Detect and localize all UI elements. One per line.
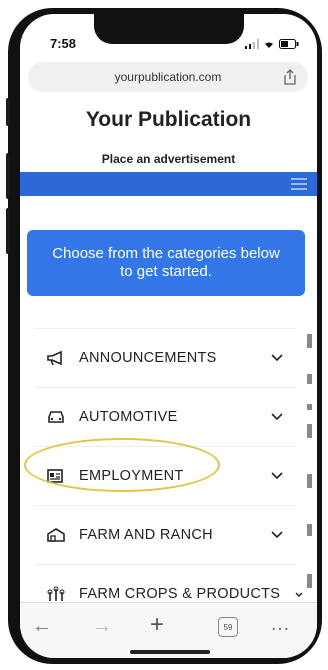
category-label: ANNOUNCEMENTS (79, 350, 217, 366)
new-tab-icon[interactable]: + (150, 611, 164, 639)
forward-arrow-icon[interactable]: → (92, 615, 112, 638)
menu-icon[interactable] (291, 178, 307, 193)
volume-up-button (6, 153, 10, 199)
battery-icon (279, 36, 299, 54)
id-card-icon (45, 465, 67, 487)
notch (94, 14, 244, 44)
category-label: AUTOMOTIVE (79, 409, 178, 425)
url-text: yourpublication.com (114, 70, 222, 84)
barn-icon (45, 524, 67, 546)
status-time: 7:58 (50, 36, 77, 51)
status-icons (245, 36, 299, 54)
nav-bar (20, 172, 317, 196)
more-icon[interactable]: … (270, 613, 290, 636)
address-bar[interactable]: yourpublication.com (28, 62, 308, 92)
category-label: FARM AND RANCH (79, 527, 213, 543)
category-announcements[interactable]: ANNOUNCEMENTS (35, 328, 297, 387)
category-list: ANNOUNCEMENTS AUTOMOTIVE EMPLOYMENT FARM… (35, 328, 303, 623)
home-indicator (130, 650, 210, 654)
chevron-down-icon[interactable] (271, 408, 283, 426)
screen: 7:58 yourpublication.com Your Publicatio… (20, 14, 317, 658)
category-farm-and-ranch[interactable]: FARM AND RANCH (35, 505, 297, 564)
signal-icon (245, 36, 259, 54)
category-employment[interactable]: EMPLOYMENT (35, 446, 297, 505)
cta-text: Choose from the categories below to get … (52, 245, 280, 280)
share-icon[interactable] (284, 69, 296, 88)
page-title: Your Publication (85, 108, 252, 131)
back-arrow-icon[interactable]: ← (32, 615, 52, 638)
megaphone-icon (45, 347, 67, 369)
page-subtitle: Place an advertisement (101, 152, 236, 166)
volume-down-button (6, 208, 10, 254)
wifi-icon (263, 36, 275, 54)
chevron-down-icon[interactable] (271, 467, 283, 485)
chevron-down-icon[interactable] (271, 349, 283, 367)
category-label: FARM CROPS & PRODUCTS (79, 586, 281, 602)
tabs-button[interactable]: 59 (218, 617, 238, 637)
mute-button (6, 98, 10, 126)
category-automotive[interactable]: AUTOMOTIVE (35, 387, 297, 446)
chevron-down-icon[interactable] (271, 526, 283, 544)
category-label: EMPLOYMENT (79, 468, 184, 484)
car-icon (45, 406, 67, 428)
scroll-indicator (302, 334, 312, 614)
cta-banner: Choose from the categories below to get … (27, 230, 305, 296)
